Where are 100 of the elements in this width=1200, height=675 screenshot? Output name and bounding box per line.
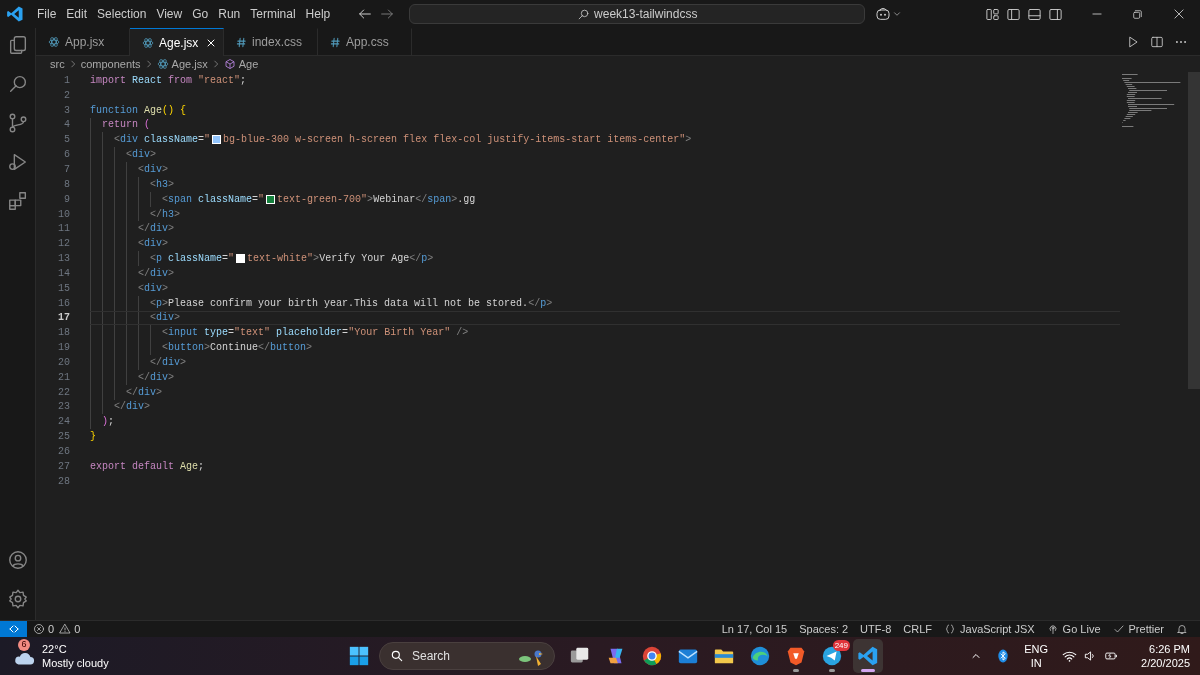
forward-arrow-icon[interactable] <box>379 6 396 22</box>
line-number: 14 <box>57 266 70 281</box>
code-text: <div> <box>138 163 169 177</box>
line-number: 1 <box>63 73 70 88</box>
line-number: 8 <box>63 177 70 192</box>
command-center-text: week13-tailwindcss <box>594 6 698 23</box>
menu-item[interactable]: Run <box>213 3 246 25</box>
code-text: <div> <box>150 311 181 326</box>
code-text: <div> <box>126 148 157 163</box>
layout-icon[interactable] <box>985 6 1000 22</box>
search-icon <box>577 7 591 21</box>
notification-badge: 249 <box>832 640 850 651</box>
warning-icon <box>59 623 72 635</box>
line-number: 21 <box>57 370 70 385</box>
code-text: <input type="text" placeholder="Your Birth Year" /> <box>162 326 469 341</box>
remote-button[interactable] <box>0 621 27 637</box>
back-arrow-icon[interactable] <box>357 6 374 22</box>
code-text: </div> <box>126 385 163 400</box>
weather-condition: Mostly cloudy <box>42 656 109 670</box>
status-item[interactable]: JavaScript JSX <box>938 621 1041 637</box>
editor-tab[interactable]: index.css <box>224 28 318 55</box>
broadcast-icon <box>1046 623 1059 635</box>
code-text: <span className=" <box>162 192 265 207</box>
account-icon[interactable] <box>6 549 29 571</box>
line-number: 19 <box>57 341 70 356</box>
taskbar-button[interactable]: 249 <box>817 639 847 673</box>
split-editor-icon[interactable] <box>1150 34 1164 49</box>
error-icon <box>33 623 45 635</box>
editor-tab[interactable]: App.css <box>318 28 412 55</box>
chevron-down-icon <box>892 9 903 19</box>
restore-icon[interactable] <box>1131 7 1144 21</box>
code-text: <div> <box>138 237 169 252</box>
line-number: 10 <box>57 207 70 222</box>
sidebar-right-icon[interactable] <box>1048 6 1063 22</box>
line-number: 25 <box>57 430 70 445</box>
breadcrumb-item[interactable]: Age <box>223 55 259 73</box>
language-indicator[interactable]: ENG IN <box>1024 642 1049 670</box>
extensions-icon[interactable] <box>6 190 29 212</box>
menu-item[interactable]: File <box>32 3 62 25</box>
code-text: <button>Continue</button> <box>162 341 313 356</box>
windows-logo-icon[interactable] <box>348 645 370 667</box>
code-text: export default Age; <box>90 459 205 474</box>
robot-icon <box>875 6 892 22</box>
sidebar-left-icon[interactable] <box>1006 6 1021 22</box>
line-number: 4 <box>63 118 70 133</box>
code-editor-icon <box>857 645 879 667</box>
menu-item[interactable]: View <box>151 3 188 25</box>
status-item[interactable]: Go Live <box>1040 621 1107 637</box>
line-number: 5 <box>63 133 70 148</box>
panel-bottom-icon[interactable] <box>1027 6 1042 22</box>
code-text: bg-blue-300 w-screen h-screen flex flex-col justify-items-start items-center"> <box>223 133 692 148</box>
run-debug-icon[interactable] <box>6 151 29 173</box>
status-item[interactable]: CRLF <box>897 621 938 637</box>
code-text: } <box>90 430 96 445</box>
settings-icon[interactable] <box>6 588 29 610</box>
status-item[interactable]: UTF-8 <box>854 621 898 637</box>
close-icon[interactable] <box>1172 7 1186 21</box>
code-text: return ( <box>102 118 151 133</box>
breadcrumb-item[interactable]: Age.jsx <box>156 55 208 73</box>
line-number: 26 <box>57 445 70 459</box>
atom-icon <box>156 58 169 70</box>
code-text: <div className=" <box>114 133 211 148</box>
braces-icon <box>944 623 956 635</box>
line-number: 16 <box>57 296 70 311</box>
line-number: 17 <box>57 311 70 326</box>
code-text: </div> <box>138 266 175 281</box>
clock[interactable]: 6:26 PM 2/20/2025 <box>1141 642 1190 670</box>
menu-item[interactable]: Go <box>187 3 214 25</box>
menu-item[interactable]: Help <box>300 3 336 25</box>
line-number: 12 <box>57 237 70 252</box>
command-center[interactable]: week13-tailwindcss <box>409 4 866 24</box>
status-item[interactable]: Spaces: 2 <box>793 621 855 637</box>
menu-item[interactable]: Edit <box>61 3 93 25</box>
editor-tab[interactable]: Age.jsx <box>130 28 224 56</box>
bluetooth-icon[interactable] <box>996 648 1011 664</box>
line-number: 18 <box>57 326 70 341</box>
code-text: import React from "react"; <box>90 73 247 88</box>
menu-item[interactable]: Selection <box>92 3 152 25</box>
cube-icon <box>223 58 236 70</box>
breadcrumb-item[interactable]: components <box>80 55 141 73</box>
code-text: <p className=" <box>150 252 235 267</box>
line-number: 11 <box>57 222 70 237</box>
run-icon[interactable] <box>1126 34 1140 49</box>
line-number: 13 <box>57 252 70 267</box>
line-number: 20 <box>57 355 70 370</box>
line-number: 24 <box>57 415 70 430</box>
menu-item[interactable]: Terminal <box>245 3 301 25</box>
problems-button[interactable]: 0 0 <box>33 620 81 638</box>
taskbar-button[interactable] <box>853 639 883 673</box>
code-text: text-green-700">Webinar</span>.gg <box>277 192 476 207</box>
code-text: ); <box>102 415 115 430</box>
weather-widget[interactable]: 6 22°C Mostly cloudy <box>12 640 109 672</box>
breadcrumb-item[interactable]: src <box>50 55 65 73</box>
status-item[interactable]: Ln 17, Col 15 <box>715 621 794 637</box>
copilot-button[interactable] <box>875 6 903 22</box>
line-number: 3 <box>63 103 70 118</box>
search-field[interactable]: Search <box>379 642 555 670</box>
app-logo-icon[interactable] <box>6 5 24 23</box>
line-number: 7 <box>63 163 70 177</box>
status-item[interactable]: Prettier <box>1106 621 1170 637</box>
